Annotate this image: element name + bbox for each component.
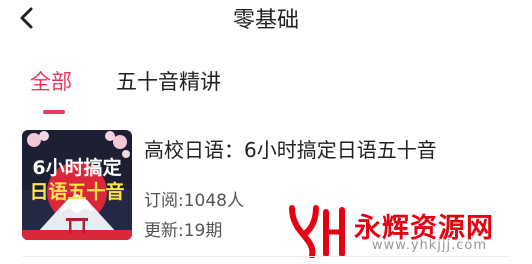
tab-kana-lectures[interactable]: 五十音精讲 [116, 66, 221, 96]
top-bar: 零基础 [0, 0, 532, 36]
cover-title-line-1: 6小时搞定 [32, 156, 121, 179]
yh-logo-icon [289, 205, 345, 258]
active-tab-indicator [43, 110, 65, 114]
page-title: 零基础 [232, 8, 299, 33]
update-count: 更新:19期 [144, 221, 223, 241]
subscriber-count: 订阅:1048人 [144, 191, 244, 211]
divider [22, 256, 510, 257]
course-title[interactable]: 高校日语：6小时搞定日语五十音 [144, 134, 437, 163]
tab-bar: 全部 五十音精讲 [0, 62, 532, 116]
watermark: 永辉资源网 www.yhkjjj.com [286, 198, 526, 260]
cover-title-line-2: 日语五十音 [29, 180, 124, 203]
course-cover-image[interactable]: 6小时搞定 日语五十音 [22, 130, 132, 240]
watermark-url: www.yhkjjj.com [372, 238, 488, 253]
tab-all[interactable]: 全部 [30, 66, 72, 96]
